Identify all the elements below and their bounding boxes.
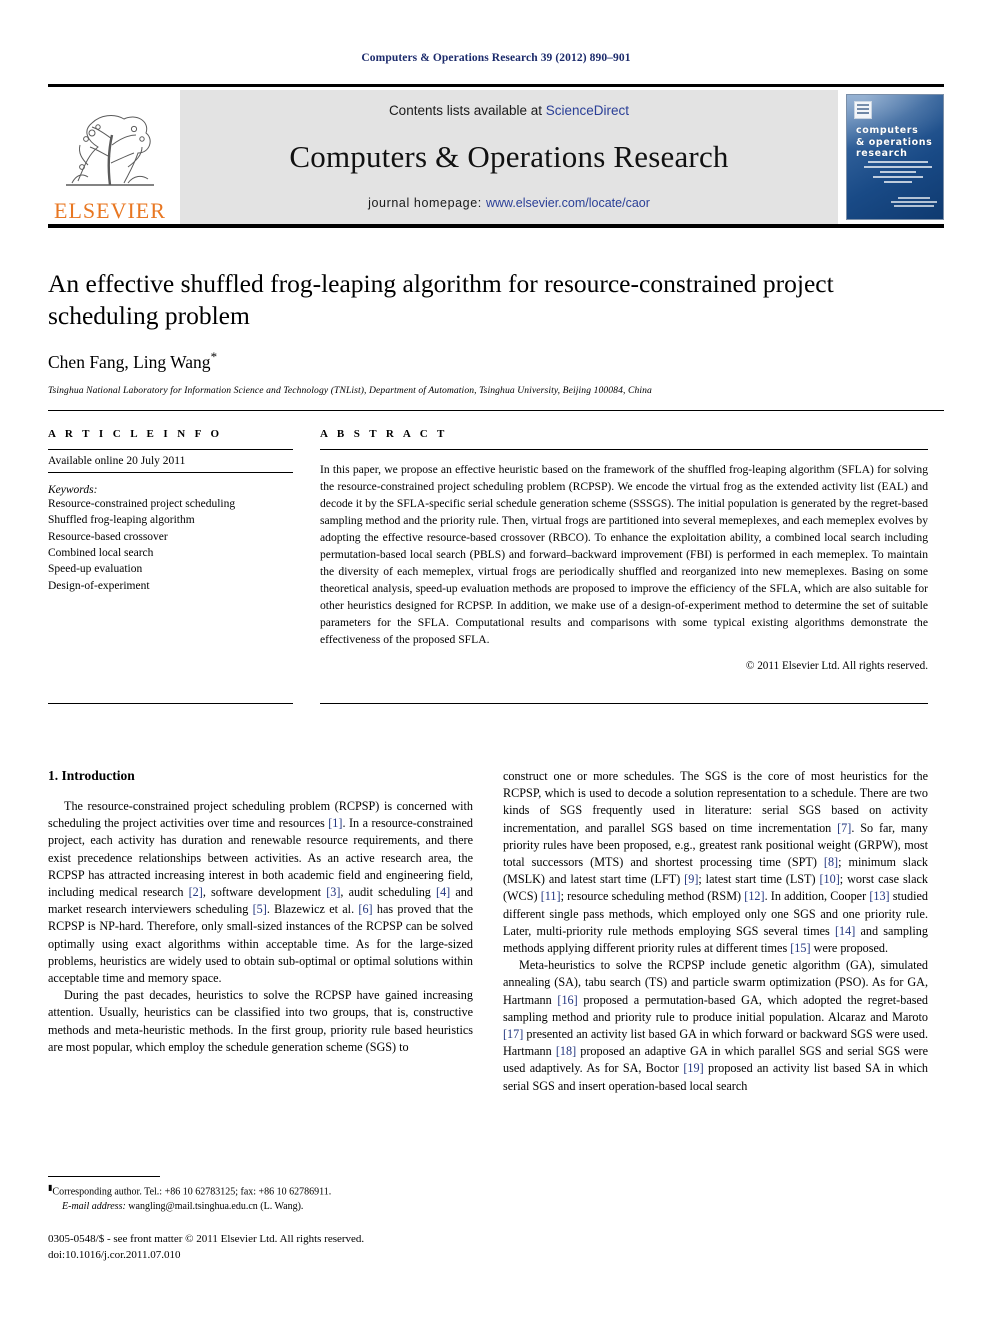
elsevier-logo: ELSEVIER (48, 90, 172, 224)
keyword-item: Resource-constrained project scheduling (48, 498, 236, 510)
paragraph: Meta-heuristics to solve the RCPSP inclu… (503, 958, 928, 1093)
footnote-rule (48, 1176, 160, 1177)
abstract-text: In this paper, we propose an effective h… (320, 463, 928, 647)
cover-title: computers & operations research (856, 125, 938, 160)
abstract-heading-rule (320, 449, 928, 450)
citation-ref[interactable]: [2] (189, 885, 203, 899)
abstract-heading: A B S T R A C T (320, 428, 448, 440)
citation-ref[interactable]: [15] (790, 941, 810, 955)
doi-line: doi:10.1016/j.cor.2011.07.010 (48, 1248, 181, 1261)
email-label: E-mail address: (62, 1200, 126, 1212)
article-info-bottom-rule (48, 703, 293, 704)
issn-line: 0305-0548/$ - see front matter © 2011 El… (48, 1233, 365, 1245)
available-online-rule (48, 472, 293, 473)
colophon: 0305-0548/$ - see front matter © 2011 El… (48, 1232, 488, 1264)
contents-line: Contents lists available at ScienceDirec… (389, 103, 629, 118)
cover-publisher-logo-icon (854, 101, 872, 119)
citation-ref[interactable]: [4] (436, 885, 450, 899)
citation-ref[interactable]: [19] (683, 1061, 703, 1075)
citation-ref[interactable]: [16] (557, 993, 577, 1007)
corresponding-author-text: Corresponding author. Tel.: +86 10 62783… (52, 1186, 332, 1198)
page-title: An effective shuffled frog-leaping algor… (48, 269, 834, 330)
body-column-right: construct one or more schedules. The SGS… (503, 768, 928, 1095)
journal-band: Contents lists available at ScienceDirec… (180, 90, 838, 224)
citation-ref[interactable]: [5] (253, 902, 267, 916)
article-info-heading: A R T I C L E I N F O (48, 428, 223, 440)
journal-title: Computers & Operations Research (289, 139, 729, 174)
keywords-list: Resource-constrained project scheduling … (48, 496, 293, 594)
email-value: wangling@mail.tsinghua.edu.cn (L. Wang). (125, 1200, 304, 1212)
affiliation: Tsinghua National Laboratory for Informa… (48, 385, 652, 397)
corresponding-author-marker: * (210, 349, 218, 365)
homepage-prefix: journal homepage: (368, 196, 486, 210)
running-head: Computers & Operations Research 39 (2012… (361, 52, 631, 64)
footnote-block: ▮Corresponding author. Tel.: +86 10 6278… (48, 1182, 473, 1214)
citation-ref[interactable]: [3] (326, 885, 340, 899)
cover-title-line-2: & operations (856, 136, 933, 148)
masthead-bottom-rule (48, 224, 944, 228)
citation-ref[interactable]: [11] (541, 889, 561, 903)
keyword-item: Shuffled frog-leaping algorithm (48, 514, 195, 527)
available-online-date: Available online 20 July 2011 (48, 455, 186, 467)
cover-title-line-1: computers (856, 125, 919, 136)
contents-prefix: Contents lists available at (388, 103, 546, 118)
paragraph: During the past decades, heuristics to s… (48, 988, 473, 1054)
citation-ref[interactable]: [14] (835, 924, 855, 938)
keyword-item: Combined local search (48, 546, 154, 559)
abstract-bottom-rule (320, 703, 928, 704)
citation-ref[interactable]: [6] (358, 902, 372, 916)
section-heading-introduction: 1. Introduction (48, 768, 135, 783)
author-names: Chen Fang, Ling Wang (48, 352, 211, 373)
cover-sciencedirect-mark (891, 197, 937, 209)
citation-ref[interactable]: [8] (824, 855, 838, 869)
author-list: Chen Fang, Ling Wang* (48, 349, 928, 373)
keyword-item: Speed-up evaluation (48, 563, 143, 576)
journal-cover-thumbnail: computers & operations research (846, 94, 944, 220)
journal-masthead: ELSEVIER Contents lists available at Sci… (48, 84, 944, 224)
citation-ref[interactable]: [7] (837, 821, 851, 835)
corresponding-author-note: ▮Corresponding author. Tel.: +86 10 6278… (48, 1182, 473, 1200)
info-section-top-rule (48, 410, 944, 411)
elsevier-wordmark: ELSEVIER (54, 198, 166, 223)
citation-ref[interactable]: [10] (819, 872, 839, 886)
cover-title-line-3: research (856, 148, 908, 160)
citation-ref[interactable]: [18] (556, 1044, 576, 1058)
sciencedirect-link[interactable]: ScienceDirect (546, 103, 629, 118)
elsevier-tree-icon (66, 115, 154, 186)
paragraph: The resource-constrained project schedul… (48, 799, 474, 986)
masthead-top-rule (48, 84, 944, 87)
abstract-copyright: © 2011 Elsevier Ltd. All rights reserved… (745, 660, 928, 673)
citation-ref[interactable]: [1] (328, 816, 342, 830)
keyword-item: Resource-based crossover (48, 530, 168, 543)
body-column-left: 1. Introduction The resource-constrained… (48, 768, 473, 1056)
abstract-section: A B S T R A C T In this paper, we propos… (320, 428, 928, 672)
title-block: An effective shuffled frog-leaping algor… (48, 268, 928, 396)
paragraph: construct one or more schedules. The SGS… (503, 769, 929, 956)
homepage-line: journal homepage: www.elsevier.com/locat… (368, 196, 650, 210)
keywords-heading: Keywords: (48, 484, 98, 496)
citation-ref[interactable]: [12] (744, 889, 764, 903)
citation-ref[interactable]: [17] (503, 1027, 523, 1041)
journal-homepage-link[interactable]: www.elsevier.com/locate/caor (486, 196, 650, 210)
citation-ref[interactable]: [13] (869, 889, 889, 903)
paper-page: Computers & Operations Research 39 (2012… (0, 0, 992, 1323)
cover-subtext-lines (863, 161, 933, 186)
email-note: E-mail address: wangling@mail.tsinghua.e… (48, 1200, 473, 1215)
citation-ref[interactable]: [9] (684, 872, 698, 886)
article-info-section: A R T I C L E I N F O Available online 2… (48, 428, 293, 594)
keyword-item: Design-of-experiment (48, 579, 150, 592)
